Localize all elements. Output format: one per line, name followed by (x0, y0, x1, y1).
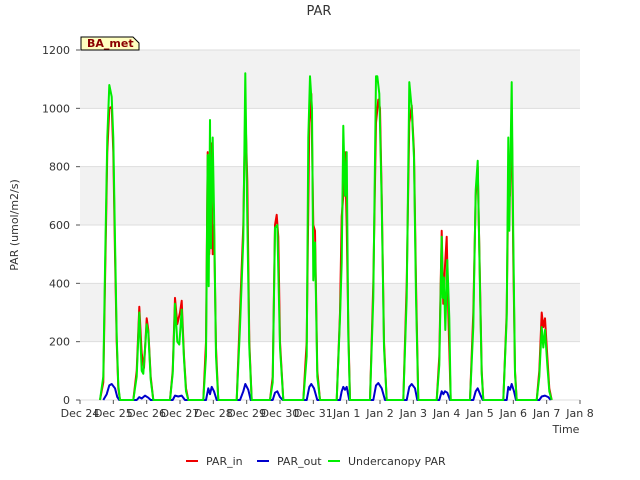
background-band (80, 108, 580, 167)
background-band (80, 166, 580, 225)
chart-title: PAR (307, 4, 332, 19)
y-axis-label: PAR (umol/m2/s) (8, 179, 21, 271)
x-tick-label: Jan 8 (565, 407, 593, 420)
y-tick-label: 1000 (42, 102, 70, 115)
legend-label: PAR_in (206, 455, 243, 468)
par-chart: Dec 24Dec 25Dec 26Dec 27Dec 28Dec 29Dec … (8, 4, 594, 468)
x-tick-label: Jan 5 (465, 407, 493, 420)
x-axis-ticks: Dec 24Dec 25Dec 26Dec 27Dec 28Dec 29Dec … (61, 400, 594, 420)
background-band (80, 225, 580, 284)
x-tick-label: Jan 1 (332, 407, 360, 420)
y-axis-ticks: 0 200 400 600 800 1000 1200 (42, 44, 80, 407)
x-tick-label: Dec 31 (294, 407, 333, 420)
x-tick-label: Jan 2 (365, 407, 393, 420)
site-badge: BA_met (80, 36, 140, 51)
x-tick-label: Jan 6 (499, 407, 527, 420)
x-axis-label: Time (552, 423, 580, 436)
x-tick-label: Jan 7 (532, 407, 560, 420)
background-band (80, 50, 580, 109)
y-tick-label: 1200 (42, 44, 70, 57)
y-tick-label: 0 (63, 394, 70, 407)
y-tick-label: 200 (49, 336, 70, 349)
legend-label: PAR_out (277, 455, 322, 468)
y-tick-label: 800 (49, 161, 70, 174)
x-tick-label: Jan 3 (399, 407, 427, 420)
legend-label: Undercanopy PAR (348, 455, 446, 468)
y-tick-label: 600 (49, 219, 70, 232)
x-tick-label: Jan 4 (432, 407, 460, 420)
y-tick-label: 400 (49, 277, 70, 290)
site-badge-text: BA_met (87, 37, 134, 50)
legend: PAR_in PAR_out Undercanopy PAR (186, 455, 446, 468)
